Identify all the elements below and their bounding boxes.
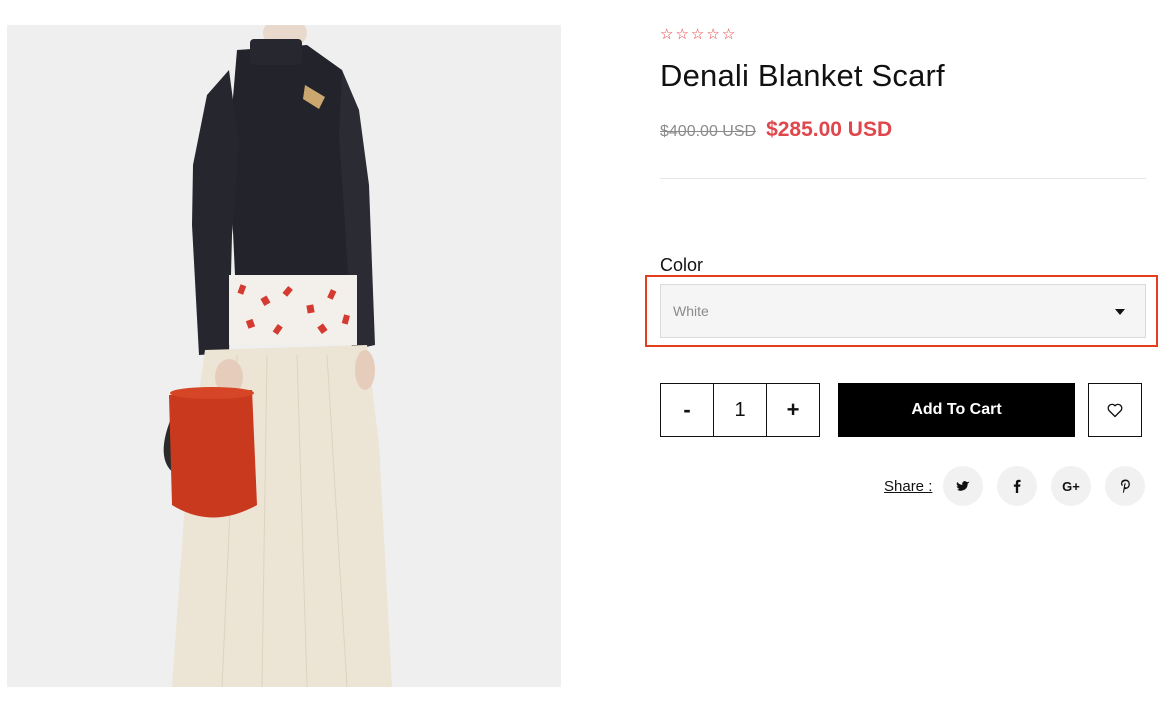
color-label: Color xyxy=(660,255,704,275)
facebook-icon xyxy=(1013,479,1021,493)
price-row: $400.00 USD $285.00 USD xyxy=(660,118,892,142)
color-select[interactable]: White xyxy=(660,284,1146,338)
rating-stars: ☆ ☆ ☆ ☆ ☆ xyxy=(660,26,735,42)
share-facebook-button[interactable] xyxy=(997,466,1037,506)
quantity-decrease-button[interactable]: - xyxy=(661,384,714,436)
google-plus-icon: G+ xyxy=(1062,478,1080,494)
share-label: Share : xyxy=(884,478,933,495)
divider xyxy=(660,178,1146,179)
quantity-increase-button[interactable]: + xyxy=(767,384,819,436)
quantity-input[interactable]: 1 xyxy=(714,384,767,436)
product-image xyxy=(7,25,561,687)
twitter-icon xyxy=(956,481,970,491)
sale-price: $285.00 USD xyxy=(766,118,893,141)
wishlist-button[interactable] xyxy=(1088,383,1142,437)
pinterest-icon xyxy=(1120,479,1130,493)
color-select-value: White xyxy=(673,303,709,319)
add-to-cart-button[interactable]: Add To Cart xyxy=(838,383,1075,437)
product-photo xyxy=(163,25,392,687)
heart-icon xyxy=(1107,403,1123,417)
star-icon: ☆ xyxy=(660,25,674,43)
quantity-stepper: - 1 + xyxy=(660,383,820,437)
original-price: $400.00 USD xyxy=(660,123,757,140)
share-twitter-button[interactable] xyxy=(943,466,983,506)
star-icon: ☆ xyxy=(675,25,689,43)
star-icon: ☆ xyxy=(706,25,720,43)
star-icon: ☆ xyxy=(690,25,705,43)
share-pinterest-button[interactable] xyxy=(1105,466,1145,506)
share-google-plus-button[interactable]: G+ xyxy=(1051,466,1091,506)
product-title: Denali Blanket Scarf xyxy=(660,58,945,93)
caret-down-icon xyxy=(1115,309,1125,315)
star-icon: ☆ xyxy=(721,25,736,43)
